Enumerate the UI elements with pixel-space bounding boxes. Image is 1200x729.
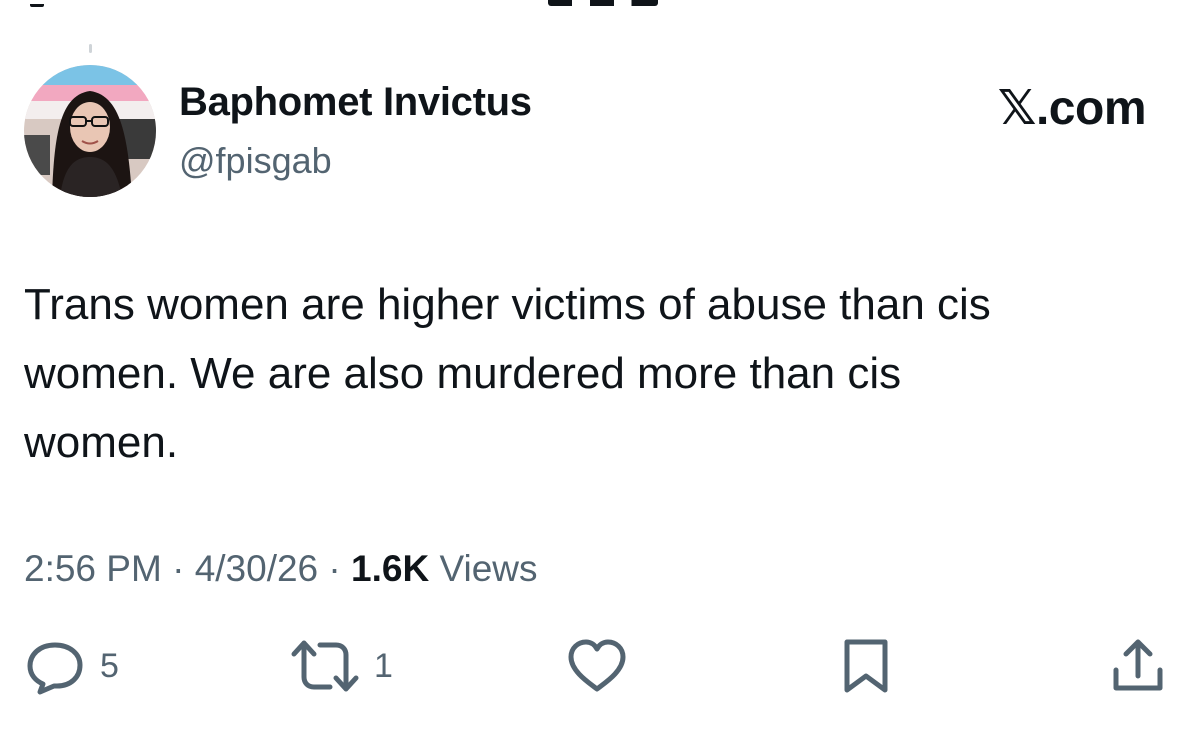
- post-text: Trans women are higher victims of abuse …: [24, 280, 991, 467]
- repost-button[interactable]: 1: [290, 636, 393, 696]
- author-handle[interactable]: @fpisgab: [179, 140, 332, 182]
- repost-count: 1: [374, 646, 393, 685]
- top-bar-cutoff: [0, 0, 1200, 12]
- views-label: Views: [439, 548, 538, 589]
- views-count: 1.6K: [351, 548, 430, 589]
- author-display-name[interactable]: Baphomet Invictus: [179, 80, 532, 125]
- reply-count: 5: [100, 646, 119, 685]
- meta-separator: ·: [328, 548, 341, 589]
- back-arrow-icon[interactable]: [30, 0, 44, 7]
- share-icon: [1113, 639, 1163, 691]
- meta-separator: ·: [172, 548, 185, 589]
- heart-icon: [568, 639, 626, 692]
- bookmark-icon: [844, 639, 888, 693]
- post-meta: 2:56 PM · 4/30/26 · 1.6K Views: [24, 548, 538, 590]
- avatar-image: [24, 65, 156, 197]
- header-title-cutoff: [548, 0, 658, 6]
- repost-icon: [291, 640, 359, 692]
- action-bar: 5 1: [0, 636, 1200, 696]
- reply-button[interactable]: 5: [24, 636, 119, 696]
- share-button[interactable]: [1108, 636, 1168, 696]
- reply-icon: [27, 642, 83, 695]
- x-brand-logo: 𝕏.com: [997, 82, 1147, 135]
- avatar[interactable]: [24, 65, 156, 197]
- post-time[interactable]: 2:56 PM: [24, 548, 162, 589]
- like-button[interactable]: [565, 636, 629, 696]
- bookmark-button[interactable]: [837, 636, 895, 696]
- post-date[interactable]: 4/30/26: [195, 548, 318, 589]
- thread-line: [89, 44, 92, 53]
